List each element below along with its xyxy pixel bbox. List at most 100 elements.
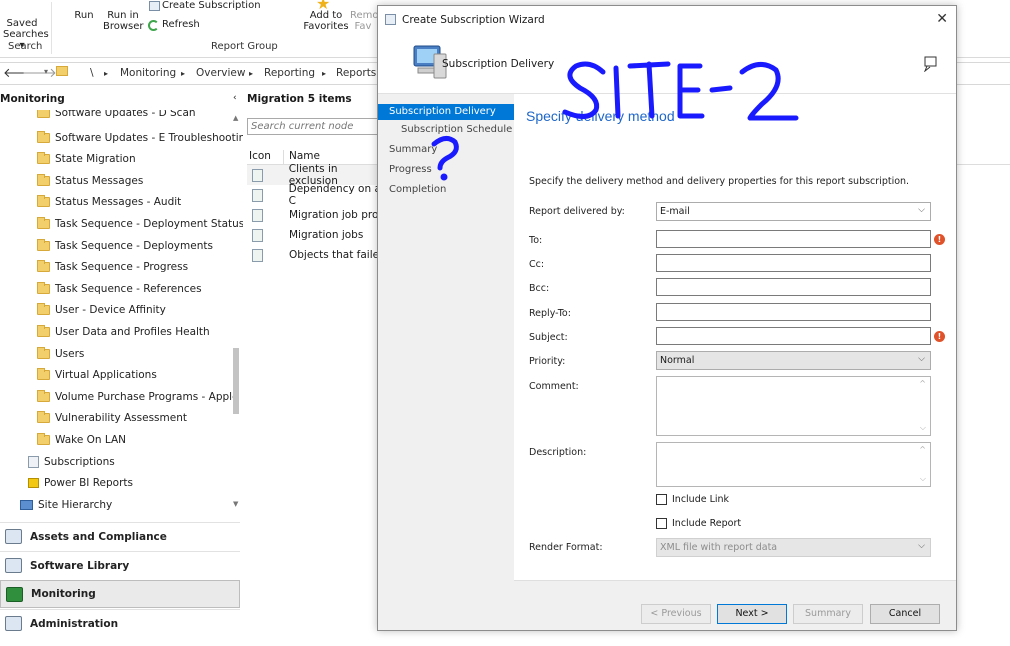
- tree-item[interactable]: Wake On LAN: [37, 430, 126, 450]
- folder-icon: [37, 217, 50, 229]
- tree-item[interactable]: Virtual Applications: [37, 365, 157, 385]
- list-item[interactable]: Dependency on a C: [247, 183, 387, 207]
- list-item[interactable]: Clients in exclusion: [247, 163, 387, 187]
- group-report-label: Report Group: [211, 41, 278, 52]
- tree-item-label: Task Sequence - Progress: [55, 261, 189, 273]
- column-name-header[interactable]: Name: [289, 150, 320, 162]
- wizard-content: Specify delivery method Specify the deli…: [514, 94, 956, 580]
- scroll-up-icon[interactable]: ▲: [233, 114, 238, 122]
- bcc-field[interactable]: [656, 278, 931, 296]
- tree-item[interactable]: User Data and Profiles Health: [37, 322, 210, 342]
- summary-button[interactable]: Summary: [793, 604, 863, 624]
- column-icon-header[interactable]: Icon: [249, 150, 271, 162]
- folder-icon: [37, 195, 50, 207]
- tree-item[interactable]: State Migration: [37, 149, 136, 169]
- create-subscription-wizard: Create Subscription Wizard ✕ Subscriptio…: [377, 5, 957, 631]
- priority-select[interactable]: Normal ⌵: [656, 351, 931, 370]
- refresh-label: Refresh: [162, 19, 200, 30]
- tree-item[interactable]: Status Messages - Audit: [37, 192, 181, 212]
- tree-item-label: Task Sequence - Deployments: [55, 240, 213, 252]
- tree-item-label: User - Device Affinity: [55, 304, 166, 316]
- search-input[interactable]: Search current node: [247, 118, 382, 135]
- breadcrumb-overview[interactable]: Overview: [196, 67, 245, 79]
- remove-favorites-label: Remo Fav: [350, 10, 379, 32]
- breadcrumb-monitoring[interactable]: Monitoring: [120, 67, 176, 79]
- breadcrumb-reports[interactable]: Reports: [336, 67, 376, 79]
- to-field[interactable]: [656, 230, 931, 248]
- tree-item[interactable]: Task Sequence - Deployment Status: [37, 214, 243, 234]
- list-title: Migration 5 items: [247, 93, 352, 105]
- step-completion[interactable]: Completion: [389, 184, 446, 195]
- previous-button[interactable]: < Previous: [641, 604, 711, 624]
- tree-scroll-thumb[interactable]: [233, 348, 239, 414]
- breadcrumb-reporting[interactable]: Reporting: [264, 67, 315, 79]
- tree-item[interactable]: Task Sequence - Deployments: [37, 236, 213, 256]
- step-subscription-schedule[interactable]: Subscription Schedule: [401, 124, 512, 135]
- next-button[interactable]: Next >: [717, 604, 787, 624]
- report-icon: [252, 228, 263, 242]
- remove-favorites-button[interactable]: Remo Fav: [350, 10, 379, 32]
- tree-item[interactable]: Vulnerability Assessment: [37, 408, 187, 428]
- add-to-favorites-button[interactable]: Add to Favorites: [303, 10, 349, 32]
- comment-label: Comment:: [529, 381, 579, 392]
- create-subscription-button[interactable]: Create Subscription: [162, 0, 261, 11]
- list-item[interactable]: Migration job prop: [247, 205, 387, 225]
- render-format-label: Render Format:: [529, 542, 603, 553]
- scroll-up-icon[interactable]: ^: [919, 445, 926, 454]
- workspace-software-library[interactable]: Software Library: [0, 551, 240, 579]
- tree-item[interactable]: Task Sequence - References: [37, 279, 202, 299]
- scroll-down-icon[interactable]: ▼: [233, 500, 238, 508]
- breadcrumb-root[interactable]: \: [90, 67, 94, 79]
- step-subscription-delivery[interactable]: Subscription Delivery: [378, 104, 514, 120]
- tree-item[interactable]: Status Messages: [37, 171, 143, 191]
- list-item[interactable]: Migration jobs: [247, 225, 387, 245]
- workspace-administration[interactable]: Administration: [0, 609, 240, 637]
- administration-icon: [5, 616, 22, 631]
- tree-item[interactable]: Users: [37, 344, 84, 364]
- tree-item[interactable]: Task Sequence - Progress: [37, 257, 188, 277]
- folder-icon: [37, 239, 50, 251]
- priority-label: Priority:: [529, 356, 566, 367]
- run-button[interactable]: Run: [72, 10, 96, 21]
- render-format-select[interactable]: XML file with report data ⌵: [656, 538, 931, 557]
- list-item[interactable]: Objects that failed: [247, 245, 387, 265]
- cc-field[interactable]: [656, 254, 931, 272]
- tree-scrollbar[interactable]: ▲ ▼: [232, 112, 240, 512]
- scroll-down-icon[interactable]: ⌵: [920, 474, 926, 484]
- comment-field[interactable]: ^ ⌵: [656, 376, 931, 436]
- tree-item-power-bi[interactable]: Power BI Reports: [28, 473, 133, 493]
- include-report-label: Include Report: [672, 518, 742, 529]
- reply-to-field[interactable]: [656, 303, 931, 321]
- tree-item[interactable]: Software Updates - D Scan: [37, 110, 196, 123]
- step-progress[interactable]: Progress: [389, 164, 432, 175]
- tree-item-subscriptions[interactable]: Subscriptions: [28, 452, 115, 472]
- cancel-button[interactable]: Cancel: [870, 604, 940, 624]
- navigation-pane-title-text: Monitoring: [0, 93, 65, 105]
- tree-item-label: State Migration: [55, 153, 136, 165]
- description-field[interactable]: ^ ⌵: [656, 442, 931, 487]
- forward-arrow-icon[interactable]: 🡒: [22, 65, 57, 81]
- tree-item[interactable]: Software Updates - E Troubleshooting: [37, 128, 243, 148]
- include-report-checkbox[interactable]: Include Report: [656, 518, 741, 529]
- subject-field[interactable]: [656, 327, 931, 345]
- history-dropdown-icon[interactable]: ▾: [44, 67, 48, 76]
- scroll-down-icon[interactable]: ⌵: [920, 423, 926, 433]
- help-icon[interactable]: [923, 56, 939, 72]
- tree-item[interactable]: User - Device Affinity: [37, 300, 166, 320]
- tree-item[interactable]: Volume Purchase Programs - Apple: [37, 387, 239, 407]
- report-icon: [252, 248, 263, 262]
- checkbox-box[interactable]: [656, 518, 667, 529]
- workspace-monitoring[interactable]: Monitoring: [0, 580, 240, 608]
- workspace-assets-and-compliance[interactable]: Assets and Compliance: [0, 522, 240, 550]
- include-link-checkbox[interactable]: Include Link: [656, 494, 729, 505]
- checkbox-box[interactable]: [656, 494, 667, 505]
- step-summary[interactable]: Summary: [389, 144, 437, 155]
- run-in-browser-button[interactable]: Run in Browser: [103, 10, 144, 32]
- close-icon[interactable]: ✕: [936, 11, 948, 27]
- scroll-up-icon[interactable]: ^: [919, 379, 926, 388]
- collapse-pane-icon[interactable]: ‹: [233, 93, 237, 103]
- delivered-by-select[interactable]: E-mail ⌵: [656, 202, 931, 221]
- tree-item-site-hierarchy[interactable]: Site Hierarchy: [20, 495, 112, 515]
- refresh-button[interactable]: Refresh: [162, 19, 200, 30]
- list-item-label: Migration job prop: [289, 209, 386, 221]
